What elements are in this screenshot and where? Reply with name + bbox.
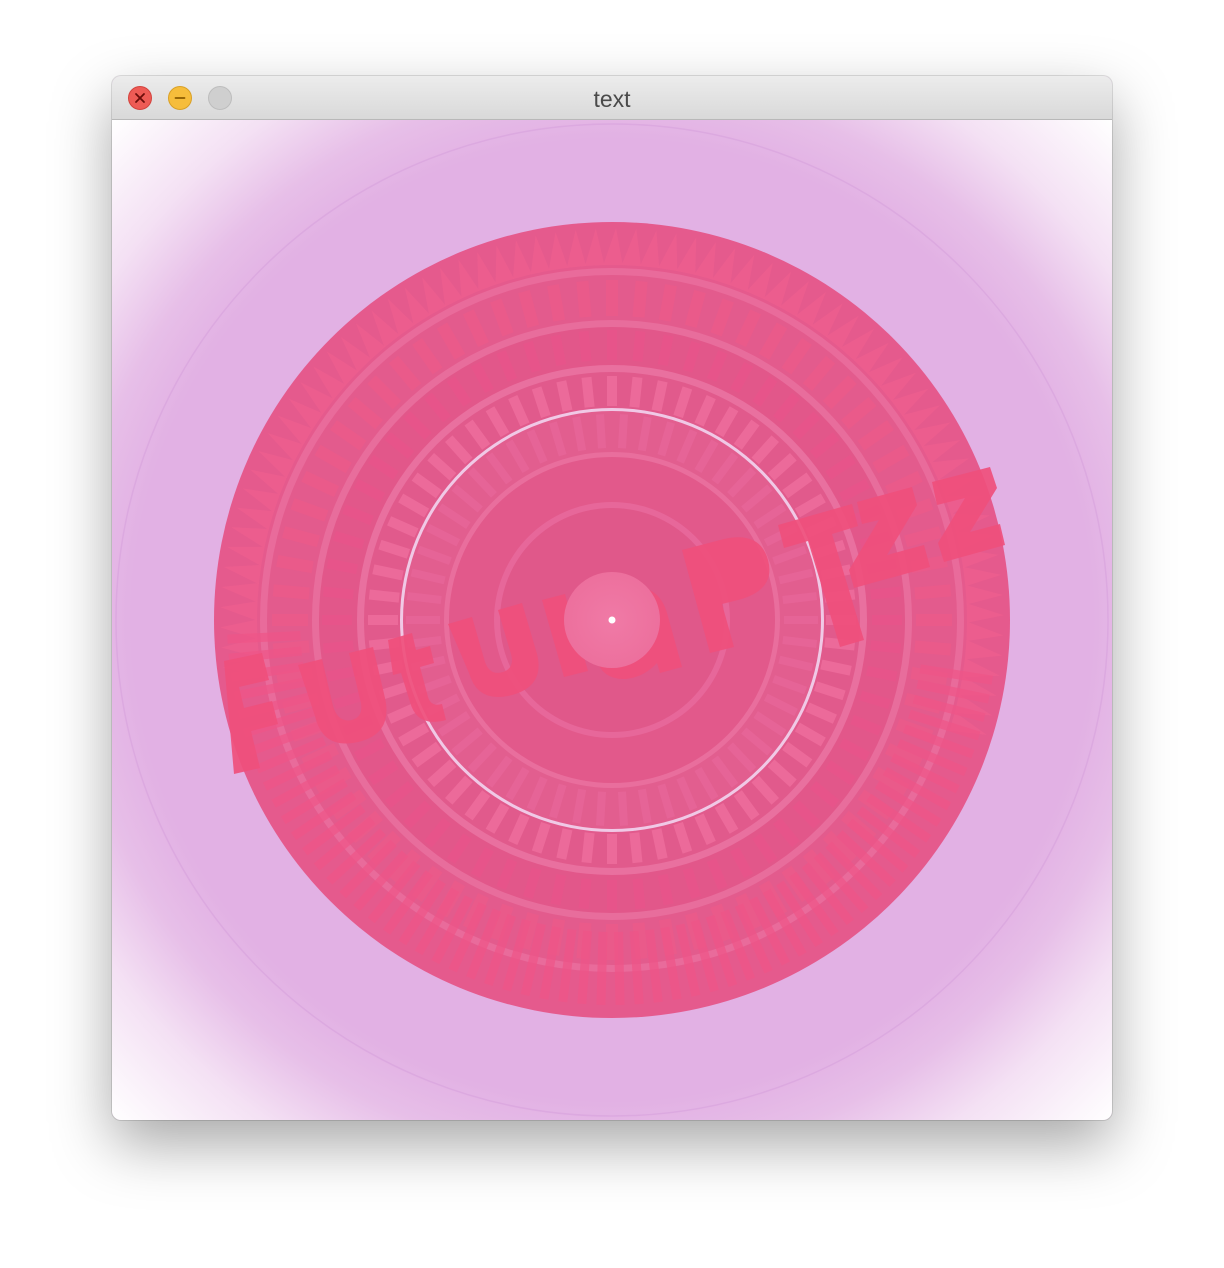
- spiral-text-artwork: [115, 123, 1109, 1117]
- outer-tick: [614, 931, 625, 1006]
- radial-tick: [658, 284, 677, 322]
- radial-tick: [629, 832, 643, 864]
- outer-tick: [227, 631, 301, 644]
- radial-tick: [276, 555, 314, 574]
- radial-tick: [618, 414, 628, 449]
- radial-tick: [326, 558, 358, 575]
- sketch-canvas[interactable]: [112, 120, 1112, 1120]
- radial-tick: [556, 380, 573, 412]
- radial-tick: [272, 584, 310, 600]
- radial-tick: [870, 640, 902, 654]
- radial-tick: [632, 330, 646, 362]
- radial-tick: [581, 376, 595, 408]
- radial-tick: [578, 878, 592, 910]
- radial-tick: [547, 284, 566, 322]
- radial-tick: [651, 380, 668, 412]
- outer-tick: [629, 930, 644, 1005]
- radial-tick: [322, 640, 354, 654]
- radial-tick: [657, 874, 674, 906]
- center-dot: [608, 616, 616, 624]
- radial-tick: [782, 635, 818, 648]
- radial-tick: [326, 665, 358, 682]
- radial-tick: [632, 878, 646, 910]
- radial-tick: [372, 564, 404, 581]
- radial-tick: [866, 665, 898, 682]
- outer-tick: [577, 930, 593, 1005]
- title-bar[interactable]: text: [112, 76, 1112, 120]
- radial-tick: [596, 791, 606, 826]
- radial-tick: [581, 832, 595, 864]
- radial-tick: [576, 280, 592, 318]
- radial-tick: [820, 659, 852, 676]
- radial-tick: [870, 586, 902, 600]
- radial-tick: [651, 828, 668, 860]
- radial-tick: [914, 640, 952, 656]
- radial-tick: [657, 334, 674, 366]
- radial-tick: [322, 586, 354, 600]
- radial-tick: [406, 592, 442, 605]
- radial-tick: [578, 330, 592, 362]
- radial-tick: [914, 584, 952, 600]
- radial-tick: [550, 334, 567, 366]
- radial-tick: [556, 828, 573, 860]
- radial-tick: [629, 376, 643, 408]
- outer-tick: [596, 931, 608, 1005]
- window-title: text: [593, 86, 631, 112]
- radial-tick: [618, 791, 628, 826]
- radial-tick: [596, 414, 606, 449]
- radial-tick: [368, 589, 400, 603]
- radial-tick: [632, 280, 648, 318]
- radial-tick: [550, 874, 567, 906]
- app-window: text: [112, 76, 1112, 1120]
- radial-tick: [782, 592, 818, 605]
